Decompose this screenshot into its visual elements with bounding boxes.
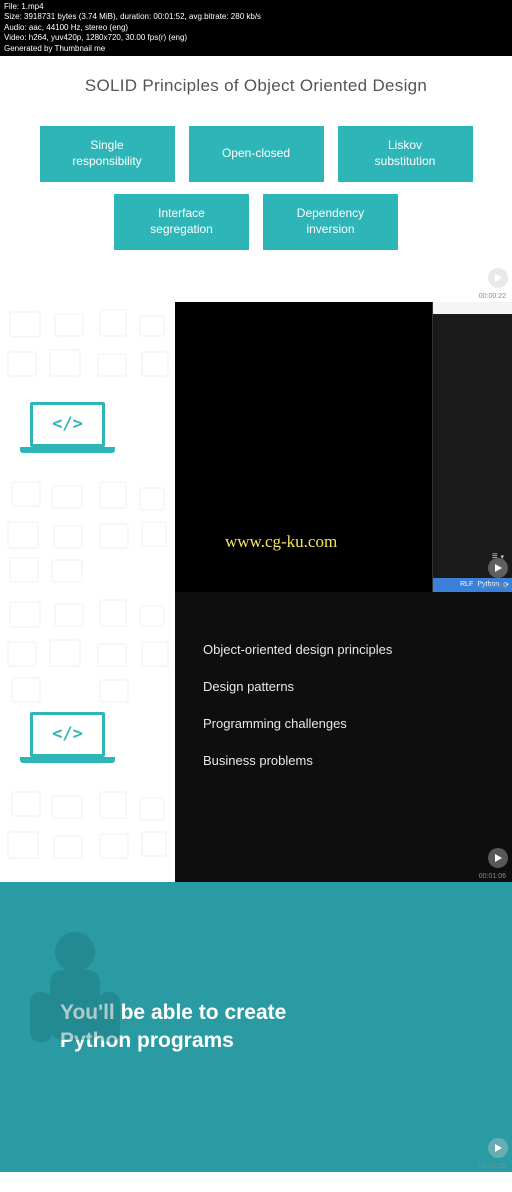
next-thumb-icon[interactable] bbox=[488, 558, 508, 578]
thumbnail-frame-3: </> Object-oriented design principles De… bbox=[0, 592, 512, 882]
meta-file: File: 1.mp4 bbox=[4, 2, 508, 12]
code-symbol: </> bbox=[52, 724, 83, 744]
thumbnail-frame-1: SOLID Principles of Object Oriented Desi… bbox=[0, 56, 512, 302]
ide-titlebar bbox=[433, 302, 512, 314]
watermark-text: www.cg-ku.com bbox=[225, 532, 337, 552]
tile-open-closed: Open-closed bbox=[189, 126, 324, 182]
principle-row-2: Interface segregation Dependency inversi… bbox=[0, 194, 512, 250]
bullet-oop-principles: Object-oriented design principles bbox=[203, 642, 492, 657]
frame2-right-panel: www.cg-ku.com ≡ ▾ RLF Python ⟳ bbox=[175, 302, 512, 592]
next-thumb-icon[interactable] bbox=[488, 268, 508, 288]
laptop-code-icon: </> bbox=[30, 402, 105, 457]
thumbnail-frame-2: </> www.cg-ku.com ≡ ▾ RLF Python ⟳ 00:00… bbox=[0, 302, 512, 592]
next-thumb-icon[interactable] bbox=[488, 848, 508, 868]
meta-generated: Generated by Thumbnail me bbox=[4, 44, 508, 54]
meta-size: Size: 3918731 bytes (3.74 MiB), duration… bbox=[4, 12, 508, 22]
meta-video: Video: h264, yuv420p, 1280x720, 30.00 fp… bbox=[4, 33, 508, 43]
tile-liskov: Liskov substitution bbox=[338, 126, 473, 182]
next-thumb-icon[interactable] bbox=[488, 1138, 508, 1158]
bullet-design-patterns: Design patterns bbox=[203, 679, 492, 694]
frame-timestamp: 00:01:28 bbox=[479, 1163, 506, 1170]
bullet-business-problems: Business problems bbox=[203, 753, 492, 768]
slide-title: SOLID Principles of Object Oriented Desi… bbox=[0, 76, 512, 96]
principle-row-1: Single responsibility Open-closed Liskov… bbox=[0, 126, 512, 182]
frame3-left-panel: </> bbox=[0, 592, 175, 882]
status-crlf: RLF bbox=[460, 581, 473, 588]
frame3-right-panel: Object-oriented design principles Design… bbox=[175, 592, 512, 882]
bullet-programming-challenges: Programming challenges bbox=[203, 716, 492, 731]
frame-timestamp: 00:00:44 bbox=[479, 583, 506, 590]
thumbnail-frame-4: You'll be able to create Python programs… bbox=[0, 882, 512, 1172]
frame-timestamp: 00:00:22 bbox=[479, 293, 506, 300]
laptop-code-icon: </> bbox=[30, 712, 105, 767]
person-silhouette-icon bbox=[20, 922, 140, 1082]
ide-window: ≡ ▾ RLF Python ⟳ bbox=[432, 302, 512, 592]
frame2-left-panel: </> bbox=[0, 302, 175, 592]
tile-dependency-inversion: Dependency inversion bbox=[263, 194, 398, 250]
frame-timestamp: 00:01:06 bbox=[479, 873, 506, 880]
video-metadata: File: 1.mp4 Size: 3918731 bytes (3.74 Mi… bbox=[0, 0, 512, 56]
meta-audio: Audio: aac, 44100 Hz, stereo (eng) bbox=[4, 23, 508, 33]
code-symbol: </> bbox=[52, 414, 83, 434]
tile-single-responsibility: Single responsibility bbox=[40, 126, 175, 182]
tile-interface-segregation: Interface segregation bbox=[114, 194, 249, 250]
